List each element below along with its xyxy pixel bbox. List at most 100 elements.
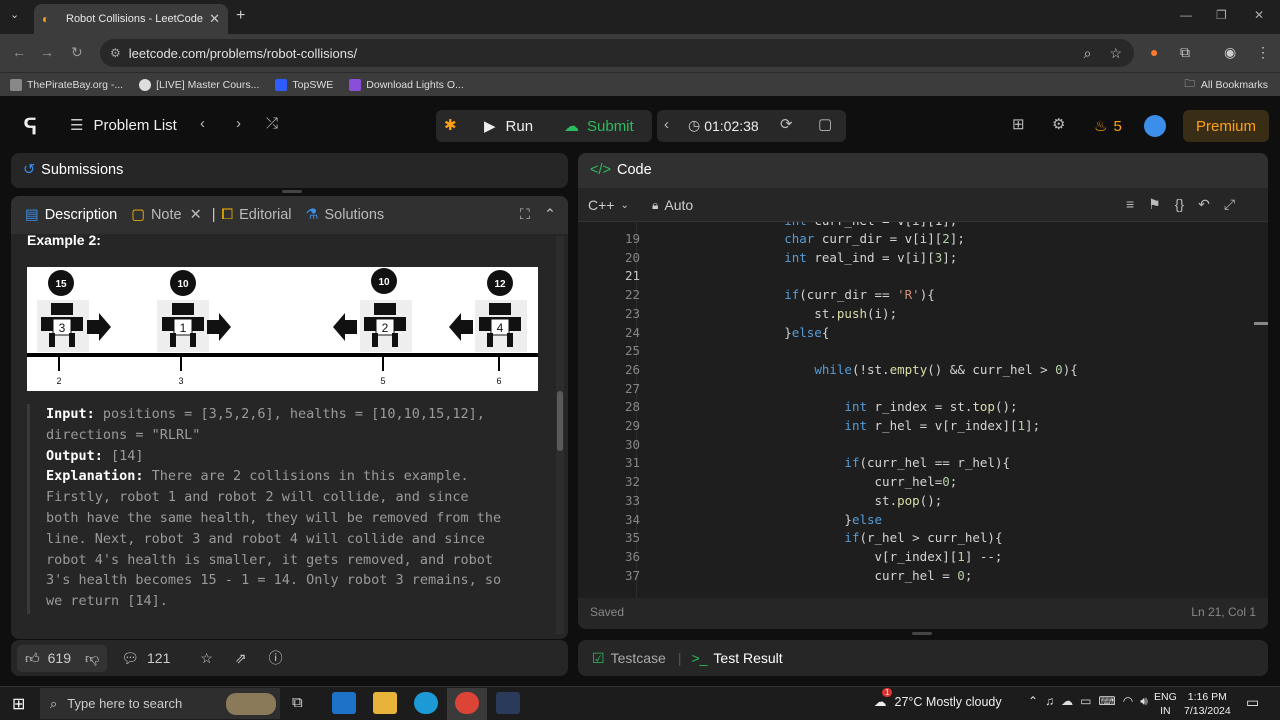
resize-handle[interactable] <box>282 190 302 193</box>
comments-button[interactable]: 💬︎ 121 <box>121 650 170 667</box>
code-line: int real_ind = v[i][3]; <box>784 249 958 265</box>
new-tab-button[interactable]: + <box>236 7 245 25</box>
headset-icon[interactable]: ♫ <box>1045 694 1054 709</box>
undo-reset-icon[interactable]: ↶ <box>1198 196 1210 213</box>
collapse-panel-icon[interactable]: ⌃ <box>544 207 556 223</box>
code-editor[interactable]: int curr_hel = v[i][1]; 19 char curr_dir… <box>578 222 1268 598</box>
close-window-button[interactable]: ✕ <box>1254 8 1264 22</box>
bookmark-item[interactable]: TopSWE <box>275 78 333 91</box>
notifications-icon[interactable]: ▭ <box>1246 694 1259 711</box>
settings-gear-icon[interactable]: ⚙ <box>1052 115 1065 133</box>
tab-testcase[interactable]: ☑ Testcase <box>592 650 666 667</box>
next-problem-icon[interactable]: › <box>236 115 241 132</box>
user-avatar-icon[interactable] <box>1144 115 1166 137</box>
explanation-line: robot 4's health is smaller, it gets rem… <box>46 551 494 568</box>
checkbox-icon: ☑ <box>592 649 605 666</box>
volume-icon[interactable]: 🔊︎ <box>1140 694 1148 709</box>
url-input[interactable]: ⚙ leetcode.com/problems/robot-collisions… <box>100 39 1134 67</box>
prev-problem-icon[interactable]: ‹ <box>200 115 205 132</box>
edge-browser-icon[interactable] <box>414 692 438 714</box>
browser-tab[interactable]: ◐ Robot Collisions - LeetCode ✕ <box>34 4 228 34</box>
battery-icon[interactable]: ▭ <box>1080 694 1091 709</box>
close-tab-icon[interactable]: ✕ <box>209 11 220 27</box>
robot-health: 12 <box>494 279 506 290</box>
profile-avatar-icon[interactable]: ◉ <box>1224 44 1236 61</box>
premium-button[interactable]: Premium <box>1183 110 1269 142</box>
thumbs-up-icon[interactable]: 👍︎ <box>25 650 40 667</box>
reset-timer-icon[interactable]: ⟳ <box>780 115 793 133</box>
file-explorer-icon[interactable] <box>373 692 397 714</box>
all-bookmarks[interactable]: 🗀 All Bookmarks <box>1184 76 1268 94</box>
bookmark-icon[interactable]: ⚑ <box>1148 196 1161 213</box>
chrome-browser-icon[interactable] <box>455 692 479 714</box>
resize-handle[interactable] <box>912 632 932 635</box>
collapse-timer-icon[interactable]: ‹ <box>664 116 669 133</box>
code-title: Code <box>616 162 652 178</box>
tab-solutions[interactable]: ⚗ Solutions <box>306 207 385 223</box>
taskbar-search-input[interactable]: ⌕ Type here to search <box>40 688 280 719</box>
shuffle-icon[interactable]: ⤮ <box>266 115 278 132</box>
help-icon[interactable]: ⓘ <box>269 648 283 668</box>
line-number: 32 <box>624 474 640 490</box>
tab-description[interactable]: ▤ Description <box>25 207 117 223</box>
bookmark-item[interactable]: Download Lights O... <box>349 78 464 91</box>
minimap-marker <box>1254 322 1268 325</box>
windows-start-icon[interactable]: ⊞ <box>12 694 25 714</box>
clock[interactable]: 1:16 PM 7/13/2024 <box>1184 690 1231 718</box>
back-icon[interactable]: ← <box>12 44 26 60</box>
fullscreen-icon[interactable]: ⤢ <box>1224 196 1235 213</box>
keyboard-icon[interactable]: ⌨ <box>1098 694 1115 709</box>
run-button[interactable]: ▶ Run <box>484 117 533 136</box>
wifi-icon[interactable]: ◠ <box>1123 694 1133 709</box>
favorite-star-icon[interactable]: ☆ <box>200 650 213 667</box>
close-note-icon[interactable]: ✕ <box>190 207 202 223</box>
tab-editorial[interactable]: ⧠ Editorial <box>222 207 292 223</box>
language-indicator[interactable]: ENG IN <box>1154 690 1177 718</box>
submissions-panel[interactable]: ↺ Submissions <box>11 153 568 188</box>
timer[interactable]: ◷ 01:02:38 <box>688 117 759 134</box>
expand-panel-icon[interactable]: ⛶ <box>520 207 530 223</box>
debug-icon[interactable]: ✱ <box>444 116 457 134</box>
leetcode-logo-icon[interactable]: ᕋ <box>24 114 37 140</box>
tab-note[interactable]: ▢ Note ✕ <box>131 207 202 223</box>
folder-icon: 🗀 <box>1184 77 1195 90</box>
tab-test-result[interactable]: >_ Test Result <box>691 650 782 666</box>
share-icon[interactable]: ⇗ <box>235 650 247 667</box>
auto-mode[interactable]: 🔒︎ Auto <box>652 197 693 213</box>
layout-grid-icon[interactable]: ⊞ <box>1012 115 1025 133</box>
zoom-icon[interactable]: ⌕ <box>1084 45 1092 62</box>
bookmark-star-icon[interactable]: ☆ <box>1109 45 1122 62</box>
onedrive-cloud-icon[interactable]: ☁ <box>1061 694 1073 709</box>
reload-icon[interactable]: ↻ <box>71 44 83 61</box>
minimize-button[interactable]: — <box>1180 8 1192 22</box>
tab-divider: | <box>677 650 682 666</box>
weather-widget[interactable]: ☁ 1 27°C Mostly cloudy <box>874 688 1002 709</box>
streak-counter[interactable]: ♨ 5 <box>1094 117 1122 136</box>
notes-icon[interactable]: ▢ <box>818 115 832 133</box>
line-number: 37 <box>624 567 640 583</box>
bookmark-item[interactable]: [LIVE] Master Cours... <box>139 78 259 91</box>
scrollbar-thumb[interactable] <box>557 391 563 451</box>
braces-icon[interactable]: {} <box>1175 196 1184 213</box>
show-hidden-icons-icon[interactable]: ⌃ <box>1028 694 1038 709</box>
bookmark-item[interactable]: ThePirateBay.org -... <box>10 78 123 91</box>
forward-icon[interactable]: → <box>40 44 54 60</box>
description-scrollbar[interactable] <box>556 236 564 634</box>
thumbs-down-icon[interactable]: 👎︎ <box>85 650 99 667</box>
browser-menu-icon[interactable]: ⋮ <box>1256 44 1270 61</box>
extensions-puzzle-icon[interactable]: ⧉ <box>1180 44 1190 61</box>
line-number: 35 <box>624 530 640 546</box>
language-select[interactable]: C++ ⌄ <box>588 197 629 213</box>
output-text: [14] <box>102 447 144 464</box>
problem-list-button[interactable]: ☰ Problem List <box>70 116 177 135</box>
task-view-icon[interactable]: ⧉ <box>292 694 303 711</box>
maximize-button[interactable]: ❐ <box>1216 8 1227 22</box>
site-info-icon[interactable]: ⚙ <box>110 46 121 60</box>
tab-search-icon[interactable]: ⌄ <box>10 8 19 21</box>
terminal-app-icon[interactable] <box>496 692 520 714</box>
extension-icon[interactable]: ● <box>1150 44 1158 60</box>
submit-button[interactable]: ☁ Submit <box>564 117 634 136</box>
format-icon[interactable]: ≡ <box>1126 196 1134 213</box>
mail-app-icon[interactable] <box>332 692 356 714</box>
like-count: 619 <box>47 650 71 666</box>
